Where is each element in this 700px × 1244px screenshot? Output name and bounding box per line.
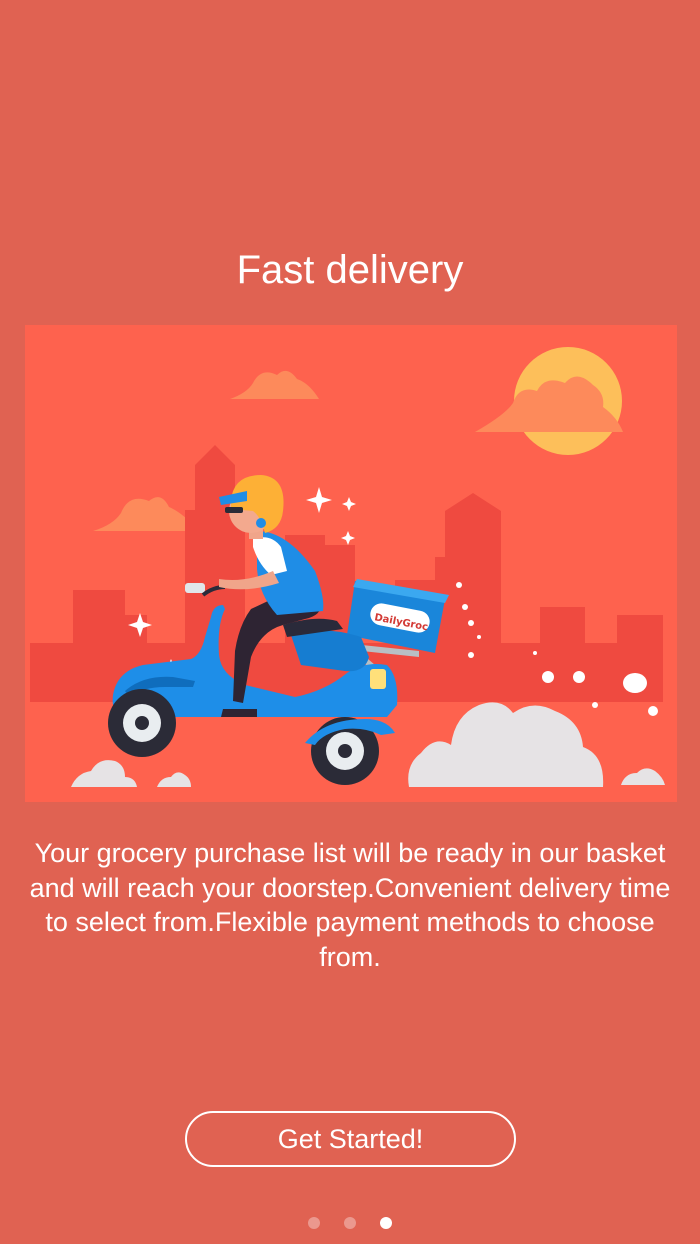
page-indicator-dot[interactable]: [308, 1217, 320, 1229]
page-indicator-dot[interactable]: [344, 1217, 356, 1229]
page-indicator: [0, 1217, 700, 1229]
page-title: Fast delivery: [236, 248, 464, 292]
onboarding-description: Your grocery purchase list will be ready…: [29, 838, 671, 972]
delivery-scooter-illustration: DailyGroc: [25, 325, 677, 802]
page-indicator-dot-active[interactable]: [380, 1217, 392, 1229]
get-started-button[interactable]: Get Started!: [185, 1111, 516, 1167]
